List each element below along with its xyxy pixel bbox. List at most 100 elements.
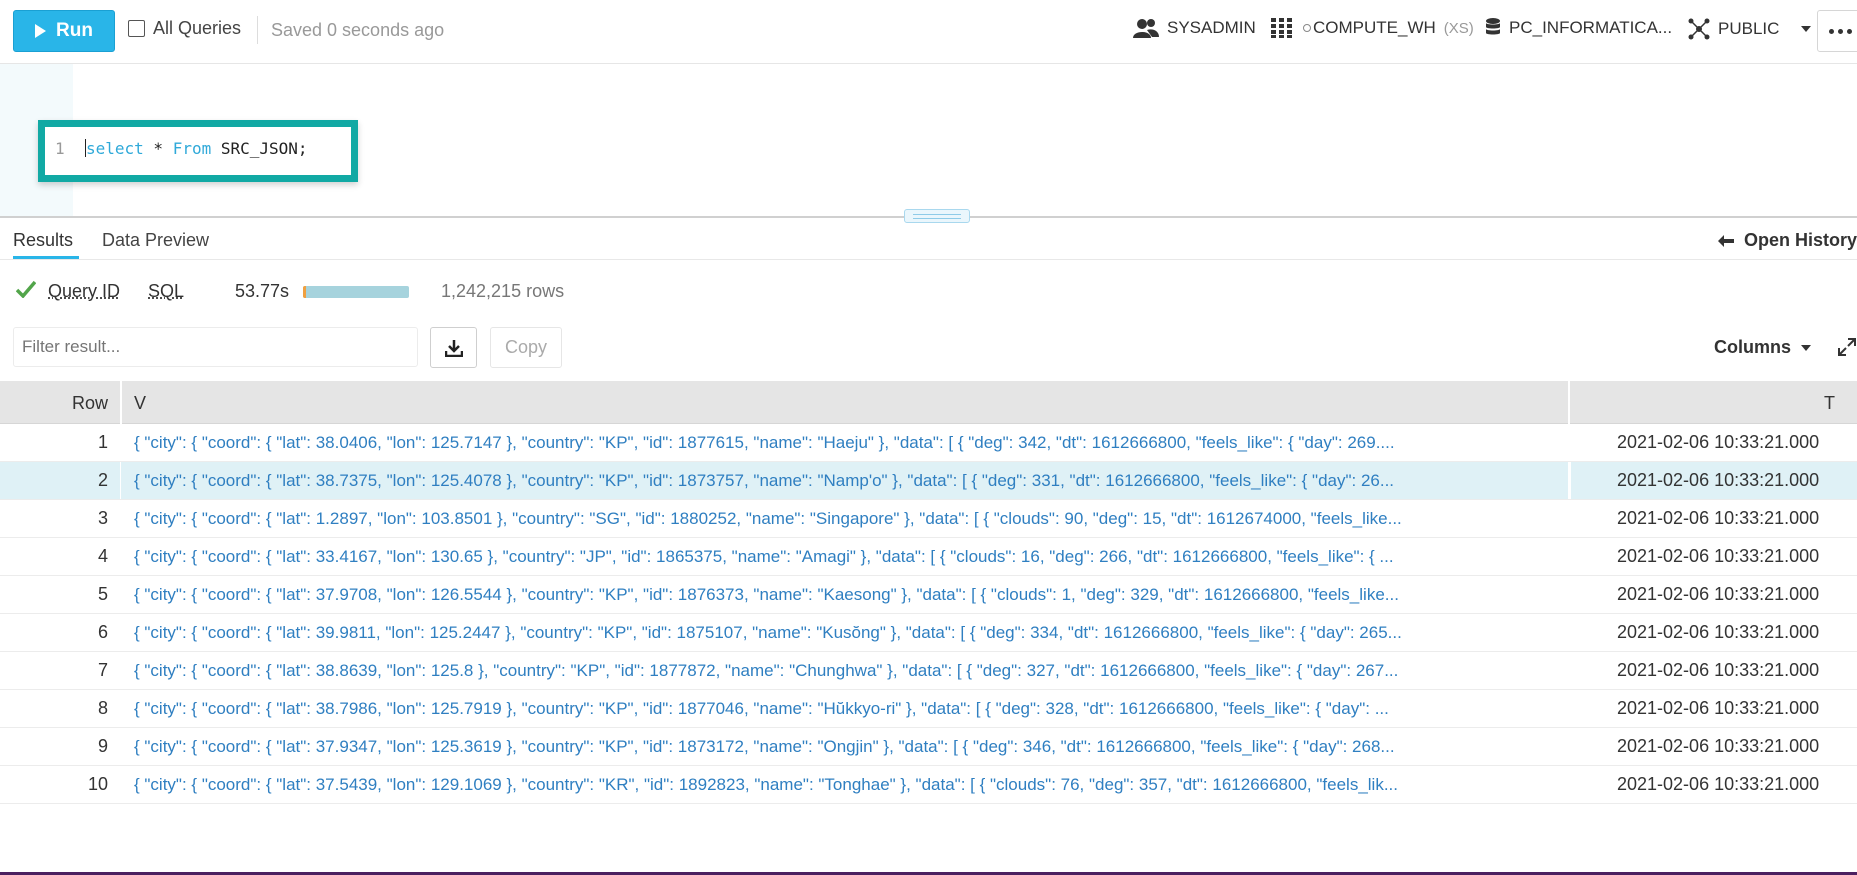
query-id-link[interactable]: Query ID — [48, 281, 120, 302]
keyword-select: select — [86, 139, 144, 158]
role-selector[interactable]: SYSADMIN — [1133, 18, 1256, 38]
json-value-cell[interactable]: { "city": { "coord": { "lat": 37.5439, "… — [121, 766, 1568, 803]
run-label: Run — [56, 20, 93, 41]
table-row[interactable]: 6 { "city": { "coord": { "lat": 39.9811, … — [0, 614, 1857, 652]
row-number-cell: 1 — [97, 432, 108, 452]
timestamp-cell[interactable]: 2021-02-06 10:33:21.000 — [1571, 728, 1857, 765]
table-row[interactable]: 2{ "city": { "coord": { "lat": 38.7375, … — [0, 462, 1857, 500]
json-value-cell[interactable]: { "city": { "coord": { "lat": 38.7986, "… — [121, 690, 1568, 727]
row-number-cell: 10 — [87, 774, 108, 794]
column-divider[interactable] — [1568, 381, 1570, 424]
json-value-cell[interactable]: { "city": { "coord": { "lat": 38.7375, "… — [121, 462, 1568, 499]
keyword-from: From — [172, 139, 212, 158]
json-value-cell[interactable]: { "city": { "coord": { "lat": 38.0406, "… — [121, 424, 1568, 461]
line-number: 1 — [55, 139, 65, 158]
schema-icon — [1688, 18, 1710, 40]
table-row[interactable]: 9 { "city": { "coord": { "lat": 37.9347, … — [0, 728, 1857, 766]
table-row[interactable]: 1 { "city": { "coord": { "lat": 38.0406, … — [0, 424, 1857, 462]
column-header-t[interactable]: T — [1824, 393, 1835, 414]
query-info-bar: Query ID SQL 53.77s 1,242,215 rows — [0, 278, 1857, 308]
star-operator: * — [143, 139, 173, 158]
columns-label: Columns — [1714, 337, 1792, 357]
columns-dropdown[interactable]: Columns — [1714, 337, 1812, 358]
all-queries-checkbox[interactable] — [128, 20, 145, 37]
filter-result-input[interactable] — [13, 327, 418, 367]
open-history-label: Open History — [1744, 230, 1857, 250]
grid-icon — [1271, 18, 1292, 38]
schema-label: PUBLIC — [1718, 19, 1780, 38]
warehouse-label: COMPUTE_WH — [1313, 18, 1436, 37]
timestamp-cell[interactable]: 2021-02-06 10:33:21.000 — [1571, 690, 1857, 727]
sql-editor[interactable]: 1 select * From SRC_JSON; — [0, 64, 1857, 216]
timestamp-cell[interactable]: 2021-02-06 10:33:21.000 — [1571, 462, 1857, 499]
column-header-row[interactable]: Row — [0, 393, 108, 414]
results-tabs: Results Data Preview Open History — [0, 218, 1857, 260]
json-value-cell[interactable]: { "city": { "coord": { "lat": 37.9347, "… — [121, 728, 1568, 765]
table-row[interactable]: 8 { "city": { "coord": { "lat": 38.7986, … — [0, 690, 1857, 728]
worksheet-toolbar: Run All Queries Saved 0 seconds ago SYSA… — [0, 0, 1857, 64]
table-row[interactable]: 3 { "city": { "coord": { "lat": 1.2897, "… — [0, 500, 1857, 538]
timestamp-cell[interactable]: 2021-02-06 10:33:21.000 — [1571, 614, 1857, 651]
role-label: SYSADMIN — [1167, 18, 1256, 37]
table-row[interactable]: 5 { "city": { "coord": { "lat": 37.9708, … — [0, 576, 1857, 614]
table-row[interactable]: 7 { "city": { "coord": { "lat": 38.8639, … — [0, 652, 1857, 690]
row-number-cell: 2 — [0, 462, 120, 499]
query-progress-fill — [303, 286, 409, 298]
row-number-cell: 9 — [97, 736, 108, 756]
active-tab-indicator — [13, 256, 79, 259]
chevron-down-icon — [1801, 344, 1812, 351]
json-value-cell[interactable]: { "city": { "coord": { "lat": 33.4167, "… — [121, 538, 1568, 575]
users-icon — [1133, 19, 1159, 38]
timestamp-cell[interactable]: 2021-02-06 10:33:21.000 — [1571, 538, 1857, 575]
open-history-button[interactable]: Open History — [1718, 230, 1857, 251]
all-queries-toggle[interactable]: All Queries — [128, 18, 241, 39]
sql-link[interactable]: SQL — [148, 281, 184, 302]
check-icon — [16, 280, 36, 298]
expand-icon[interactable] — [1838, 338, 1856, 356]
table-row[interactable]: 4 { "city": { "coord": { "lat": 33.4167, … — [0, 538, 1857, 576]
arrow-left-icon — [1718, 234, 1734, 247]
ellipsis-icon — [1828, 28, 1852, 34]
timestamp-cell[interactable]: 2021-02-06 10:33:21.000 — [1571, 652, 1857, 689]
database-icon — [1486, 18, 1500, 35]
row-count: 1,242,215 rows — [441, 281, 565, 301]
timestamp-cell[interactable]: 2021-02-06 10:33:21.000 — [1571, 424, 1857, 461]
row-number-cell: 4 — [97, 546, 108, 566]
download-icon — [444, 339, 463, 357]
all-queries-label: All Queries — [153, 18, 242, 38]
table-reference: SRC_JSON; — [211, 139, 308, 158]
json-value-cell[interactable]: { "city": { "coord": { "lat": 1.2897, "l… — [121, 500, 1568, 537]
chevron-down-icon — [1801, 26, 1812, 32]
json-value-cell[interactable]: { "city": { "coord": { "lat": 39.9811, "… — [121, 614, 1568, 651]
table-header: Row V T — [0, 381, 1857, 424]
timestamp-cell[interactable]: 2021-02-06 10:33:21.000 — [1571, 500, 1857, 537]
json-value-cell[interactable]: { "city": { "coord": { "lat": 38.8639, "… — [121, 652, 1568, 689]
download-button[interactable] — [430, 327, 477, 368]
query-text[interactable]: select * From SRC_JSON; — [85, 139, 308, 158]
row-number-cell: 6 — [97, 622, 108, 642]
tab-results[interactable]: Results — [13, 230, 73, 251]
row-number-cell: 3 — [97, 508, 108, 528]
table-row[interactable]: 10 { "city": { "coord": { "lat": 37.5439,… — [0, 766, 1857, 804]
tab-data-preview[interactable]: Data Preview — [102, 230, 209, 251]
run-button[interactable]: Run — [13, 10, 115, 52]
timestamp-cell[interactable]: 2021-02-06 10:33:21.000 — [1571, 766, 1857, 803]
more-options-button[interactable] — [1817, 10, 1857, 52]
query-duration: 53.77s — [235, 281, 290, 301]
column-divider[interactable] — [120, 381, 122, 424]
timestamp-cell[interactable]: 2021-02-06 10:33:21.000 — [1571, 576, 1857, 613]
column-header-v[interactable]: V — [134, 393, 146, 414]
database-selector[interactable]: PC_INFORMATICA... — [1485, 18, 1672, 38]
row-number-cell: 7 — [97, 660, 108, 680]
schema-selector[interactable]: PUBLIC — [1688, 18, 1812, 40]
warehouse-selector[interactable]: COMPUTE_WH (XS) — [1271, 18, 1474, 38]
database-label: PC_INFORMATICA... — [1509, 18, 1673, 37]
toolbar-divider — [257, 16, 258, 44]
saved-status: Saved 0 seconds ago — [271, 20, 445, 40]
highlighted-query[interactable]: 1 select * From SRC_JSON; — [38, 120, 358, 182]
copy-button[interactable]: Copy — [490, 327, 562, 368]
worksheet: Run All Queries Saved 0 seconds ago SYSA… — [0, 0, 1857, 875]
warehouse-status-dot — [1303, 24, 1311, 32]
json-value-cell[interactable]: { "city": { "coord": { "lat": 37.9708, "… — [121, 576, 1568, 613]
row-number-cell: 8 — [97, 698, 108, 718]
